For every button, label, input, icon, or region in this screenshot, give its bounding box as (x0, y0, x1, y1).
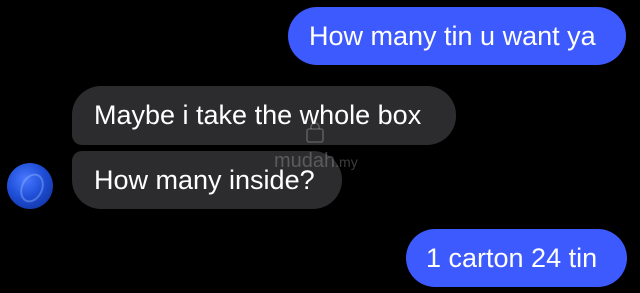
watermark-name: mudah (274, 150, 336, 172)
message-text: How many tin u want ya (309, 20, 596, 51)
message-bubble-sent[interactable]: 1 carton 24 tin (406, 229, 627, 287)
contact-avatar[interactable] (7, 163, 53, 209)
message-text: 1 carton 24 tin (426, 242, 598, 273)
message-bubble-received[interactable]: Maybe i take the whole box (72, 86, 456, 145)
message-bubble-sent[interactable]: How many tin u want ya (288, 7, 626, 65)
message-text: Maybe i take the whole box (94, 100, 422, 130)
mudah-bag-icon (306, 122, 324, 143)
watermark-tld: .my (335, 154, 358, 170)
